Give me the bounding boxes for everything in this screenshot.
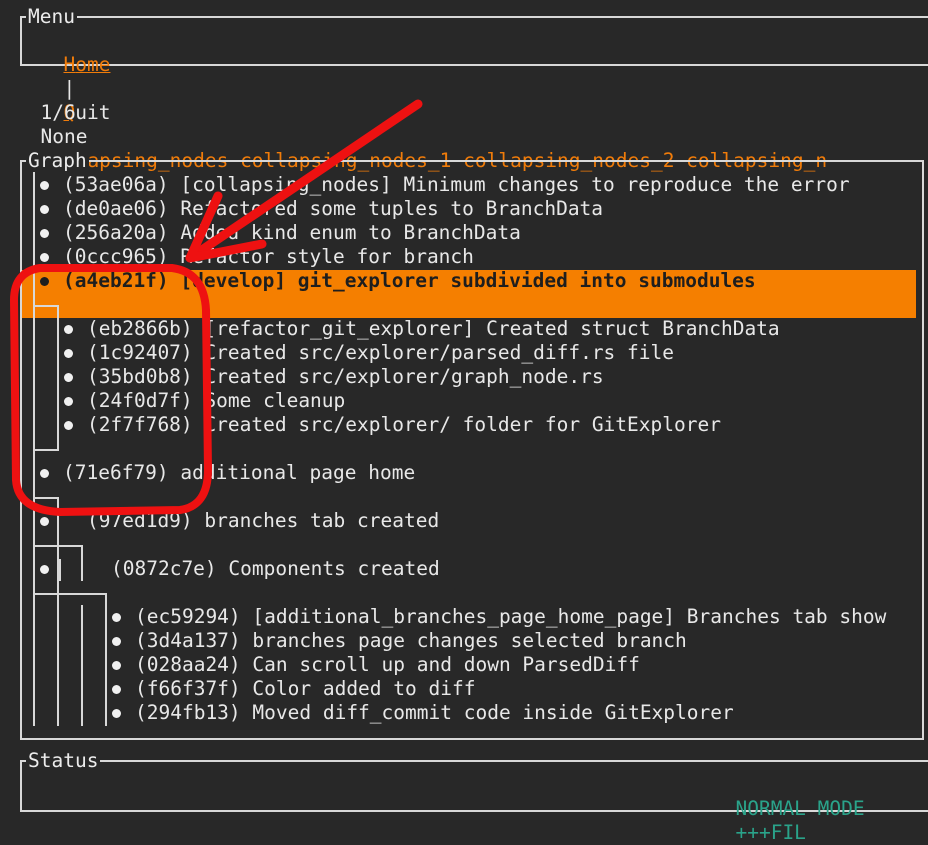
status-title: Status (26, 749, 101, 773)
tab-position: 1/6 (40, 101, 76, 124)
commit-dot (112, 685, 121, 694)
menu-bar: Home | Quit (40, 29, 110, 124)
commit-row[interactable]: (71e6f79) additional page home (63, 461, 415, 485)
commit-row[interactable]: (de0ae06) Refactored some tuples to Bran… (63, 197, 603, 221)
status-mode-label: NORMAL MODE (735, 797, 865, 820)
menu-panel: Menu (20, 5, 928, 66)
commit-dot (64, 349, 73, 358)
commit-row[interactable]: (24f0d7f) Some cleanup (87, 389, 345, 413)
commit-row[interactable]: (f66f37f) Color added to diff (135, 677, 475, 701)
commit-row[interactable]: (53ae06a) [collapsing_nodes] Minimum cha… (63, 173, 850, 197)
commit-dot (112, 709, 121, 718)
commit-row[interactable]: (294fb13) Moved diff_commit code inside … (135, 701, 734, 725)
graph-title: Graph (26, 149, 89, 173)
commit-dot (112, 661, 121, 670)
commit-row[interactable]: (1c92407) Created src/explorer/parsed_di… (87, 341, 674, 365)
commit-dot (64, 421, 73, 430)
commit-dot (64, 373, 73, 382)
commit-dot (40, 205, 49, 214)
tab-current[interactable]: None (40, 125, 87, 148)
commit-dot (64, 397, 73, 406)
home-menu-item[interactable]: Home (63, 53, 110, 76)
commit-dot (40, 253, 49, 262)
status-extra: +++FIL (735, 821, 806, 844)
commit-row[interactable]: (2f7f768) Created src/explorer/ folder f… (87, 413, 721, 437)
selected-commit-row[interactable]: (a4eb21f) [develop] git_explorer subdivi… (63, 269, 756, 293)
commit-row[interactable]: (eb2866b) [refactor_git_explorer] Create… (87, 317, 780, 341)
commit-dot (40, 469, 49, 478)
commit-dot (112, 613, 121, 622)
commit-row[interactable]: (0ccc965) Refactor style for branch (63, 245, 474, 269)
commit-dot (40, 181, 49, 190)
branch-tabs-line: 1/6 None collapsing_nodes collapsing_nod… (17, 77, 827, 172)
commit-dot (40, 565, 49, 574)
commit-row[interactable]: (ec59294) [additional_branches_page_home… (135, 605, 886, 629)
commit-row[interactable]: (97ed1d9) branches tab created (87, 509, 439, 533)
commit-dot (40, 517, 49, 526)
menu-title: Menu (26, 5, 77, 29)
commit-dot (112, 637, 121, 646)
commit-dot (40, 229, 49, 238)
commit-dot (40, 277, 49, 286)
commit-dot (64, 325, 73, 334)
commit-row[interactable]: (0872c7e) Components created (111, 557, 440, 581)
commit-row[interactable]: (028aa24) Can scroll up and down ParsedD… (135, 653, 640, 677)
commit-row[interactable]: (3d4a137) branches page changes selected… (135, 629, 687, 653)
status-mode: NORMAL MODE +++FIL (712, 773, 864, 844)
commit-row[interactable]: (256a20a) Added kind enum to BranchData (63, 221, 521, 245)
commit-row[interactable]: (35bd0b8) Created src/explorer/graph_nod… (87, 365, 604, 389)
